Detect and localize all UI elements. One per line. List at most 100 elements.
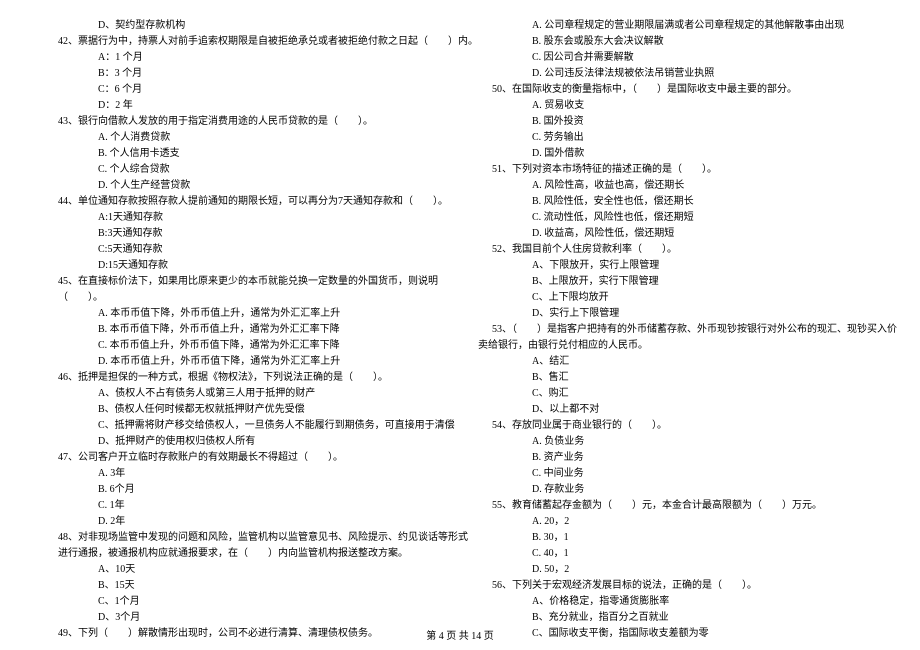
option-text: D:15天通知存款: [40, 258, 446, 274]
option-text: B. 本币币值下降，外币币值上升，通常为外汇汇率下降: [40, 322, 446, 338]
option-text: D、抵押财产的使用权归债权人所有: [40, 434, 446, 450]
question-text: 公司客户开立临时存款账户的有效期最长不得超过（ ）。: [78, 452, 343, 463]
option-text: A:1天通知存款: [40, 210, 446, 226]
question-number: 52: [492, 244, 502, 255]
question-number: 50: [492, 84, 502, 95]
option-text: C. 个人综合贷款: [40, 162, 446, 178]
question-text: 对非现场监管中发现的问题和风险，监管机构以监管意见书、风险提示、约见谈话等形式: [78, 532, 468, 543]
option-text: C：6 个月: [40, 82, 446, 98]
question-stem: 43、银行向借款人发放的用于指定消费用途的人民币贷款的是（ ）。: [40, 114, 446, 130]
option-text: B. 6个月: [40, 482, 446, 498]
question-continuation: （ ）。: [40, 290, 446, 306]
page-footer: 第 4 页 共 14 页: [0, 627, 920, 642]
question-number: 51: [492, 164, 502, 175]
option-text: B：3 个月: [40, 66, 446, 82]
option-text: C. 因公司合并需要解散: [474, 50, 880, 66]
question-text: 存放同业属于商业银行的（ ）。: [512, 420, 667, 431]
option-text: B. 股东会或股东大会决议解散: [474, 34, 880, 50]
option-text: B. 资产业务: [474, 450, 880, 466]
option-text: C. 40，1: [474, 546, 880, 562]
option-text: B. 30，1: [474, 530, 880, 546]
question-text: （ ）是指客户把持有的外币储蓄存款、外币现钞按银行对外公布的现汇、现钞买入价: [512, 324, 897, 335]
option-text: D. 2年: [40, 514, 446, 530]
option-text: D：2 年: [40, 98, 446, 114]
option-text: B、充分就业，指百分之百就业: [474, 610, 880, 626]
option-text: C. 劳务输出: [474, 130, 880, 146]
question-number: 45: [58, 276, 68, 287]
option-text: A. 本币币值下降，外币币值上升，通常为外汇汇率上升: [40, 306, 446, 322]
option-text: A：1 个月: [40, 50, 446, 66]
option-text: B、债权人任何时候都无权就抵押财产优先受偿: [40, 402, 446, 418]
option-text: A. 个人消费贷款: [40, 130, 446, 146]
option-text: C. 1年: [40, 498, 446, 514]
option-text: D. 国外借款: [474, 146, 880, 162]
question-text: 在国际收支的衡量指标中，（ ）是国际收支中最主要的部分。: [512, 84, 797, 95]
question-stem: 53、（ ）是指客户把持有的外币储蓄存款、外币现钞按银行对外公布的现汇、现钞买入…: [474, 322, 880, 338]
question-number: 47: [58, 452, 68, 463]
question-text: 在直接标价法下，如果用比原来更少的本币就能兑换一定数量的外国货币，则说明: [78, 276, 438, 287]
question-stem: 47、公司客户开立临时存款账户的有效期最长不得超过（ ）。: [40, 450, 446, 466]
question-number: 56: [492, 580, 502, 591]
option-text: B. 个人信用卡透支: [40, 146, 446, 162]
question-number: 48: [58, 532, 68, 543]
option-text: C. 中间业务: [474, 466, 880, 482]
left-column: D、契约型存款机构 42、票据行为中，持票人对前手追索权期限是自被拒绝承兑或者被…: [40, 18, 446, 642]
question-stem: 45、在直接标价法下，如果用比原来更少的本币就能兑换一定数量的外国货币，则说明: [40, 274, 446, 290]
question-stem: 52、我国目前个人住房贷款利率（ ）。: [474, 242, 880, 258]
question-stem: 54、存放同业属于商业银行的（ ）。: [474, 418, 880, 434]
option-text: C:5天通知存款: [40, 242, 446, 258]
option-text: D. 收益高，风险性低，偿还期短: [474, 226, 880, 242]
option-text: A. 风险性高，收益也高，偿还期长: [474, 178, 880, 194]
question-text: 单位通知存款按照存款人提前通知的期限长短，可以再分为7天通知存款和（ ）。: [78, 196, 448, 207]
option-text: C、购汇: [474, 386, 880, 402]
question-text: 教育储蓄起存金额为（ ）元，本金合计最高限额为（ ）万元。: [512, 500, 822, 511]
option-text: D. 个人生产经营贷款: [40, 178, 446, 194]
question-stem: 42、票据行为中，持票人对前手追索权期限是自被拒绝承兑或者被拒绝付款之日起（ ）…: [40, 34, 446, 50]
question-text: 下列关于宏观经济发展目标的说法，正确的是（ ）。: [512, 580, 757, 591]
option-text: D、以上都不对: [474, 402, 880, 418]
question-text: 我国目前个人住房贷款利率（ ）。: [512, 244, 677, 255]
question-number: 46: [58, 372, 68, 383]
option-text: C. 本币币值上升，外币币值下降，通常为外汇汇率下降: [40, 338, 446, 354]
option-text: D、3个月: [40, 610, 446, 626]
option-text: A. 负债业务: [474, 434, 880, 450]
option-text: B. 国外投资: [474, 114, 880, 130]
option-text: A. 公司章程规定的营业期限届满或者公司章程规定的其他解散事由出现: [474, 18, 880, 34]
option-text: C、1个月: [40, 594, 446, 610]
question-stem: 50、在国际收支的衡量指标中，（ ）是国际收支中最主要的部分。: [474, 82, 880, 98]
question-text: 票据行为中，持票人对前手追索权期限是自被拒绝承兑或者被拒绝付款之日起（ ）内。: [78, 36, 478, 47]
right-column: A. 公司章程规定的营业期限届满或者公司章程规定的其他解散事由出现 B. 股东会…: [474, 18, 880, 642]
question-stem: 51、下列对资本市场特征的描述正确的是（ ）。: [474, 162, 880, 178]
option-text: D. 公司违反法律法规被依法吊销营业执照: [474, 66, 880, 82]
option-text: C、抵押需将财产移交给债权人，一旦债务人不能履行到期债务，可直接用于清偿: [40, 418, 446, 434]
question-text: 下列对资本市场特征的描述正确的是（ ）。: [512, 164, 717, 175]
option-text: B:3天通知存款: [40, 226, 446, 242]
option-text: A、债权人不占有债务人或第三人用于抵押的财产: [40, 386, 446, 402]
option-text: A. 贸易收支: [474, 98, 880, 114]
option-text: D. 50，2: [474, 562, 880, 578]
question-number: 42: [58, 36, 68, 47]
option-text: A、10天: [40, 562, 446, 578]
question-number: 53: [492, 324, 502, 335]
option-text: A. 3年: [40, 466, 446, 482]
question-continuation: 进行通报，被通报机构应就通报要求，在（ ）内向监管机构报送整改方案。: [40, 546, 446, 562]
exam-page: D、契约型存款机构 42、票据行为中，持票人对前手追索权期限是自被拒绝承兑或者被…: [0, 0, 920, 642]
option-text: D. 本币币值上升，外币币值下降，通常为外汇汇率上升: [40, 354, 446, 370]
option-text: A、价格稳定，指零通货膨胀率: [474, 594, 880, 610]
question-text: 抵押是担保的一种方式，根据《物权法》，下列说法正确的是（ ）。: [78, 372, 388, 383]
question-stem: 44、单位通知存款按照存款人提前通知的期限长短，可以再分为7天通知存款和（ ）。: [40, 194, 446, 210]
option-text: A、下限放开，实行上限管理: [474, 258, 880, 274]
question-stem: 48、对非现场监管中发现的问题和风险，监管机构以监管意见书、风险提示、约见谈话等…: [40, 530, 446, 546]
option-text: A. 20，2: [474, 514, 880, 530]
question-number: 43: [58, 116, 68, 127]
option-text: D、契约型存款机构: [40, 18, 446, 34]
option-text: B、15天: [40, 578, 446, 594]
question-number: 44: [58, 196, 68, 207]
option-text: C、上下限均放开: [474, 290, 880, 306]
question-text: 银行向借款人发放的用于指定消费用途的人民币贷款的是（ ）。: [78, 116, 373, 127]
option-text: D、实行上下限管理: [474, 306, 880, 322]
option-text: C. 流动性低，风险性也低，偿还期短: [474, 210, 880, 226]
option-text: A、结汇: [474, 354, 880, 370]
option-text: B. 风险性低，安全性也低，偿还期长: [474, 194, 880, 210]
question-number: 55: [492, 500, 502, 511]
